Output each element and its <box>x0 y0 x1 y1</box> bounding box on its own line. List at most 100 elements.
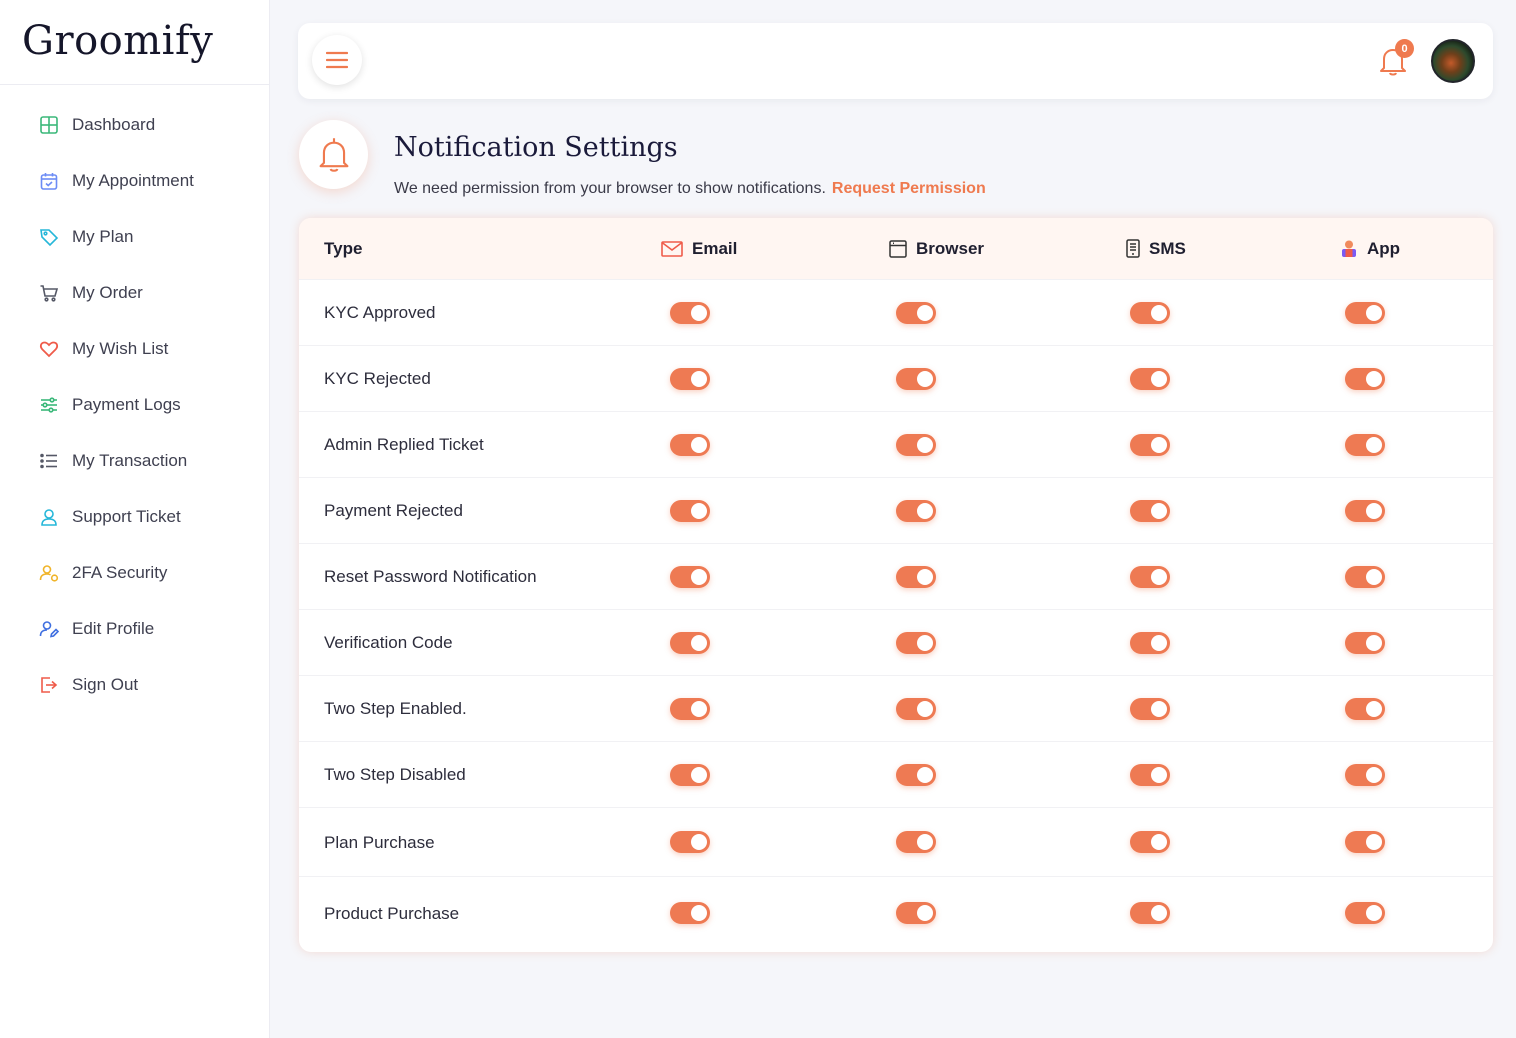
toggle-app[interactable] <box>1345 500 1385 522</box>
sidebar-item-label: Sign Out <box>72 675 139 694</box>
toggle-browser[interactable] <box>896 434 936 456</box>
sidebar-item-label: Edit Profile <box>72 619 155 638</box>
sliders-icon <box>38 394 60 416</box>
toggle-app[interactable] <box>1345 368 1385 390</box>
sidebar-item-2fa-security[interactable]: 2FA Security <box>0 545 269 601</box>
toggle-app[interactable] <box>1345 632 1385 654</box>
toggle-browser[interactable] <box>896 632 936 654</box>
toggle-browser[interactable] <box>896 500 936 522</box>
table-row: Plan Purchase <box>299 807 1493 876</box>
sidebar-item-label: My Wish List <box>72 339 169 358</box>
column-header-label: Email <box>692 238 738 258</box>
section-bell-badge <box>299 120 368 189</box>
logo-area: Groomify <box>0 0 269 85</box>
column-header-label: App <box>1367 238 1401 258</box>
row-label: Reset Password Notification <box>324 567 537 586</box>
notification-bell-button[interactable]: 0 <box>1378 39 1414 79</box>
toggle-browser[interactable] <box>896 566 936 588</box>
sidebar: Groomify Dashboard My Appointment My Pla… <box>0 0 270 1038</box>
toggle-sms[interactable] <box>1130 500 1170 522</box>
toggle-email[interactable] <box>670 698 710 720</box>
page-title: Notification Settings <box>394 132 678 163</box>
toggle-email[interactable] <box>670 632 710 654</box>
toggle-email[interactable] <box>670 764 710 786</box>
toggle-sms[interactable] <box>1130 698 1170 720</box>
toggle-email[interactable] <box>670 434 710 456</box>
column-header-browser: Browser <box>889 239 984 259</box>
toggle-browser[interactable] <box>896 368 936 390</box>
toggle-sms[interactable] <box>1130 764 1170 786</box>
toggle-sms[interactable] <box>1130 566 1170 588</box>
sidebar-nav: Dashboard My Appointment My Plan My Orde… <box>0 85 269 713</box>
toggle-app[interactable] <box>1345 764 1385 786</box>
toggle-sms[interactable] <box>1130 632 1170 654</box>
sidebar-item-sign-out[interactable]: Sign Out <box>0 657 269 713</box>
row-label: Two Step Enabled. <box>324 699 467 718</box>
table-header: Type Email Browser SMS App <box>299 218 1493 279</box>
row-label: KYC Approved <box>324 303 436 322</box>
toggle-app[interactable] <box>1345 302 1385 324</box>
toggle-browser[interactable] <box>896 764 936 786</box>
toggle-browser[interactable] <box>896 302 936 324</box>
calendar-icon <box>38 170 60 192</box>
sidebar-item-edit-profile[interactable]: Edit Profile <box>0 601 269 657</box>
toggle-browser[interactable] <box>896 831 936 853</box>
bell-icon <box>319 137 348 172</box>
column-header-email: Email <box>661 239 737 259</box>
toggle-browser[interactable] <box>896 698 936 720</box>
column-header-label: Browser <box>916 238 985 258</box>
app-user-icon <box>1342 240 1356 257</box>
toggle-sms[interactable] <box>1130 902 1170 924</box>
toggle-email[interactable] <box>670 368 710 390</box>
toggle-app[interactable] <box>1345 831 1385 853</box>
user-lock-icon <box>38 562 60 584</box>
brand-logo[interactable]: Groomify <box>22 18 269 64</box>
sidebar-item-my-plan[interactable]: My Plan <box>0 209 269 265</box>
toggle-sms[interactable] <box>1130 302 1170 324</box>
user-avatar[interactable] <box>1431 39 1475 83</box>
menu-toggle-button[interactable] <box>312 35 362 85</box>
sidebar-item-payment-logs[interactable]: Payment Logs <box>0 377 269 433</box>
phone-icon <box>1126 239 1140 258</box>
toggle-app[interactable] <box>1345 698 1385 720</box>
sidebar-item-label: Payment Logs <box>72 395 181 414</box>
sidebar-item-my-wish-list[interactable]: My Wish List <box>0 321 269 377</box>
toggle-email[interactable] <box>670 500 710 522</box>
toggle-email[interactable] <box>670 902 710 924</box>
hamburger-icon <box>326 51 348 69</box>
toggle-email[interactable] <box>670 831 710 853</box>
table-row: Two Step Disabled <box>299 741 1493 807</box>
table-row: KYC Approved <box>299 279 1493 345</box>
heart-icon <box>38 338 60 360</box>
sidebar-item-my-appointment[interactable]: My Appointment <box>0 153 269 209</box>
sidebar-item-support-ticket[interactable]: Support Ticket <box>0 489 269 545</box>
row-label: Two Step Disabled <box>324 765 466 784</box>
sidebar-item-my-order[interactable]: My Order <box>0 265 269 321</box>
table-row: Admin Replied Ticket <box>299 411 1493 477</box>
toggle-sms[interactable] <box>1130 831 1170 853</box>
toggle-app[interactable] <box>1345 566 1385 588</box>
column-header-type: Type <box>324 239 362 259</box>
table-row: Reset Password Notification <box>299 543 1493 609</box>
grid-icon <box>38 114 60 136</box>
request-permission-link[interactable]: Request Permission <box>832 180 986 197</box>
toggle-email[interactable] <box>670 566 710 588</box>
row-label: Admin Replied Ticket <box>324 435 484 454</box>
toggle-app[interactable] <box>1345 902 1385 924</box>
column-header-app: App <box>1340 239 1400 259</box>
cart-icon <box>38 282 60 304</box>
sidebar-item-my-transaction[interactable]: My Transaction <box>0 433 269 489</box>
toggle-browser[interactable] <box>896 902 936 924</box>
column-header-sms: SMS <box>1126 239 1186 259</box>
mail-icon <box>661 240 683 257</box>
table-row: KYC Rejected <box>299 345 1493 411</box>
support-icon <box>38 506 60 528</box>
toggle-sms[interactable] <box>1130 434 1170 456</box>
toggle-email[interactable] <box>670 302 710 324</box>
toggle-sms[interactable] <box>1130 368 1170 390</box>
table-row: Product Purchase <box>299 876 1493 950</box>
column-header-label: Type <box>324 238 363 258</box>
sidebar-item-dashboard[interactable]: Dashboard <box>0 97 269 153</box>
row-label: Product Purchase <box>324 904 460 923</box>
toggle-app[interactable] <box>1345 434 1385 456</box>
